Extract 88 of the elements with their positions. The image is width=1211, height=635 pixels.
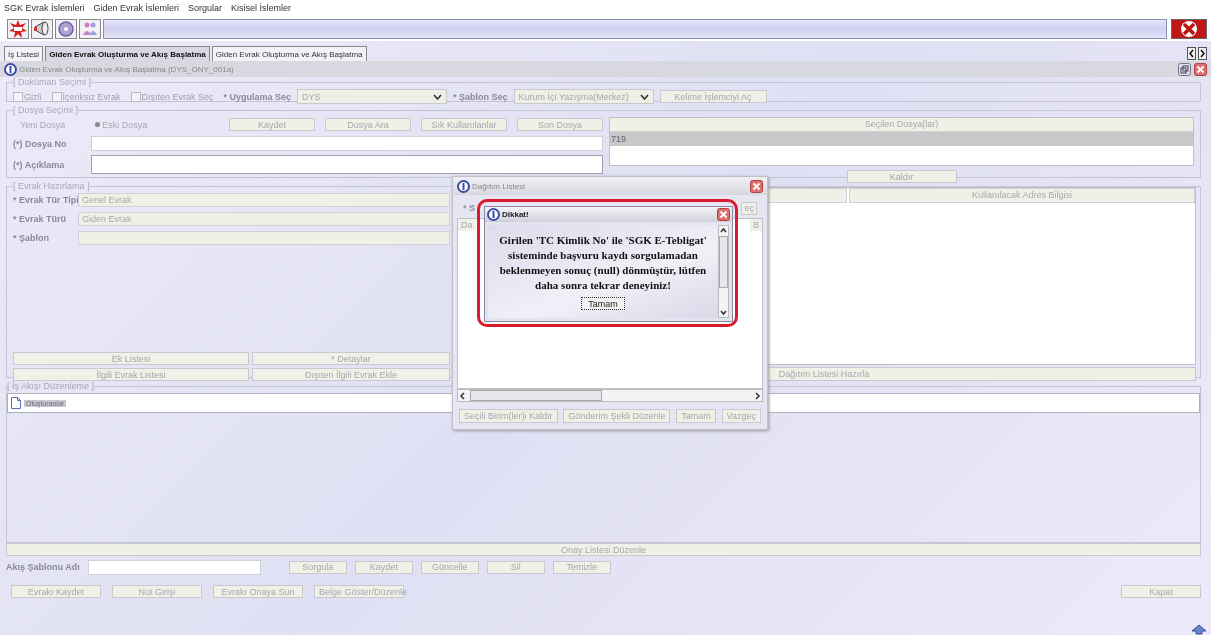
button[interactable]: Onay Listesi Düzenle <box>6 543 1201 556</box>
close-icon[interactable] <box>1194 62 1207 76</box>
group-legend: [ Doküman Seçimi ] <box>13 77 92 87</box>
button[interactable]: Temizle <box>552 560 611 574</box>
close-icon[interactable] <box>717 208 730 221</box>
button[interactable]: * Detaylar <box>252 352 450 365</box>
column-header[interactable]: B <box>750 219 762 231</box>
input-field[interactable] <box>87 559 261 575</box>
button[interactable]: Tamam <box>676 409 716 423</box>
circle-icon <box>4 62 17 76</box>
button[interactable]: Sil <box>486 560 545 574</box>
field-label: * Evrak Tür Tipi <box>13 195 78 205</box>
tab[interactable]: Giden Evrak Oluşturma ve Akış Başlatma <box>211 46 367 61</box>
close-icon[interactable] <box>750 179 763 193</box>
button[interactable]: Not Girişi <box>112 585 202 598</box>
button[interactable]: eç <box>741 201 757 215</box>
field-label: * S <box>463 203 475 213</box>
dropdown[interactable]: DYS <box>297 89 448 104</box>
dropdown[interactable]: Kurum İçi Yazışma(Merkez) <box>513 89 654 104</box>
button[interactable]: Gönderim Şekli Düzenle <box>563 409 671 423</box>
toolbar-button[interactable] <box>79 19 101 39</box>
column-header[interactable]: Kullanılacak Adres Bilgisi <box>849 188 1195 203</box>
toolbar-button[interactable] <box>31 19 53 39</box>
alert-message: Girilen 'TC Kimlik No' ile 'SGK E-Tebligat' sisteminde başvuru kaydı sorgulamadan beklenmeyen sonuç (null) dönmüştür, lütfen daha sonra tekrar deneyiniz! <box>498 233 708 293</box>
field-label: * Evrak Türü <box>13 214 68 224</box>
right-arrow-icon[interactable] <box>1198 47 1207 60</box>
left-arrow-icon[interactable] <box>1187 47 1196 60</box>
button[interactable]: İlgili Evrak Listesi <box>13 368 249 381</box>
exit-button[interactable] <box>1171 19 1207 39</box>
button[interactable]: Son Dosya <box>517 118 603 131</box>
input-field[interactable]: Giden Evrak <box>78 212 450 226</box>
button[interactable]: Sık Kullanılanlar <box>421 118 507 131</box>
button[interactable]: Kaydet <box>354 560 413 574</box>
circle-icon <box>487 208 500 221</box>
ok-button[interactable]: Tamam <box>581 297 625 310</box>
field-label: Akış Şablonu Adı <box>6 562 80 572</box>
button[interactable]: Evrakı Kaydet <box>11 585 101 598</box>
checkbox[interactable]: İçeriksiz Evrak <box>51 91 121 102</box>
frame-title: Giden Evrak Oluşturma ve Akış Başlatma (DYS_ONY_001a) <box>19 64 234 74</box>
button[interactable]: Dışıten İlgili Evrak Ekle <box>252 368 450 381</box>
field-label: * Şablon Seç <box>453 91 508 102</box>
toolbar-button[interactable] <box>55 19 77 39</box>
button[interactable]: Kaydet <box>229 118 315 131</box>
arrow-icon[interactable] <box>1191 623 1207 635</box>
button[interactable]: Sorgula <box>288 560 347 574</box>
input-field[interactable] <box>91 155 603 174</box>
button[interactable]: Evrakı Onaya Sun <box>213 585 303 598</box>
disc-icon <box>56 19 76 39</box>
radio-button[interactable]: Eski Dosya <box>95 119 148 130</box>
field-label: * Uygulama Seç <box>223 91 292 102</box>
dialog-title: Dikkat! <box>502 210 529 219</box>
button[interactable]: Seçili Birim(ler)i Kaldır <box>459 409 558 423</box>
tab[interactable]: Giden Evrak Oluşturma ve Akış Başlatma <box>45 46 210 61</box>
restore-icon[interactable] <box>1178 62 1191 76</box>
button[interactable]: Kelime İşlemciyi Aç <box>659 90 767 103</box>
button[interactable]: Kaldır <box>846 170 957 183</box>
vertical-scrollbar[interactable] <box>718 225 729 318</box>
menu-item[interactable]: SGK Evrak İslemleri <box>4 3 85 13</box>
button[interactable]: Güncelle <box>420 560 479 574</box>
column-header[interactable]: Seçilen Dosya(lar) <box>610 118 1193 132</box>
chevron-down-icon <box>639 93 649 100</box>
button[interactable]: Vazgeç <box>721 409 761 423</box>
menu-item[interactable]: Kisisel İslemler <box>231 3 292 13</box>
button[interactable]: Kapat <box>1121 585 1201 598</box>
menu-item[interactable]: Giden Evrak İslemleri <box>93 3 180 13</box>
table-row[interactable]: 719 <box>610 132 1193 146</box>
circle-icon <box>457 179 470 193</box>
tab[interactable]: İş Listesi <box>4 46 44 61</box>
button[interactable]: Ek Listesi <box>13 352 249 365</box>
column-header[interactable]: Da <box>458 219 476 231</box>
checkbox[interactable]: Gizli <box>13 91 42 102</box>
input-field[interactable]: Genel Evrak <box>78 193 450 207</box>
megaphone-icon <box>32 19 52 39</box>
chevron-down-icon <box>433 93 443 100</box>
field-label: (*) Dosya No <box>13 138 68 149</box>
checkbox[interactable]: Dışıten Evrak Seç <box>130 91 214 102</box>
button[interactable]: Dosya Ara <box>325 118 411 131</box>
input-field[interactable] <box>78 231 450 245</box>
input-field[interactable] <box>91 136 603 151</box>
dialog-title: Dağıtım Listesi <box>472 181 525 191</box>
group-legend: [ Dosya Seçimi ] <box>13 105 79 115</box>
document-icon <box>11 397 21 409</box>
toolbar-button[interactable] <box>7 19 29 39</box>
field-label: * Şablon <box>13 233 50 243</box>
field-label: (*) Açıklama <box>13 159 66 170</box>
group-legend: [ Evrak Hazırlama ] <box>13 181 90 191</box>
menu-item[interactable]: Sorgular <box>188 3 223 13</box>
horizontal-scrollbar[interactable] <box>457 389 763 402</box>
